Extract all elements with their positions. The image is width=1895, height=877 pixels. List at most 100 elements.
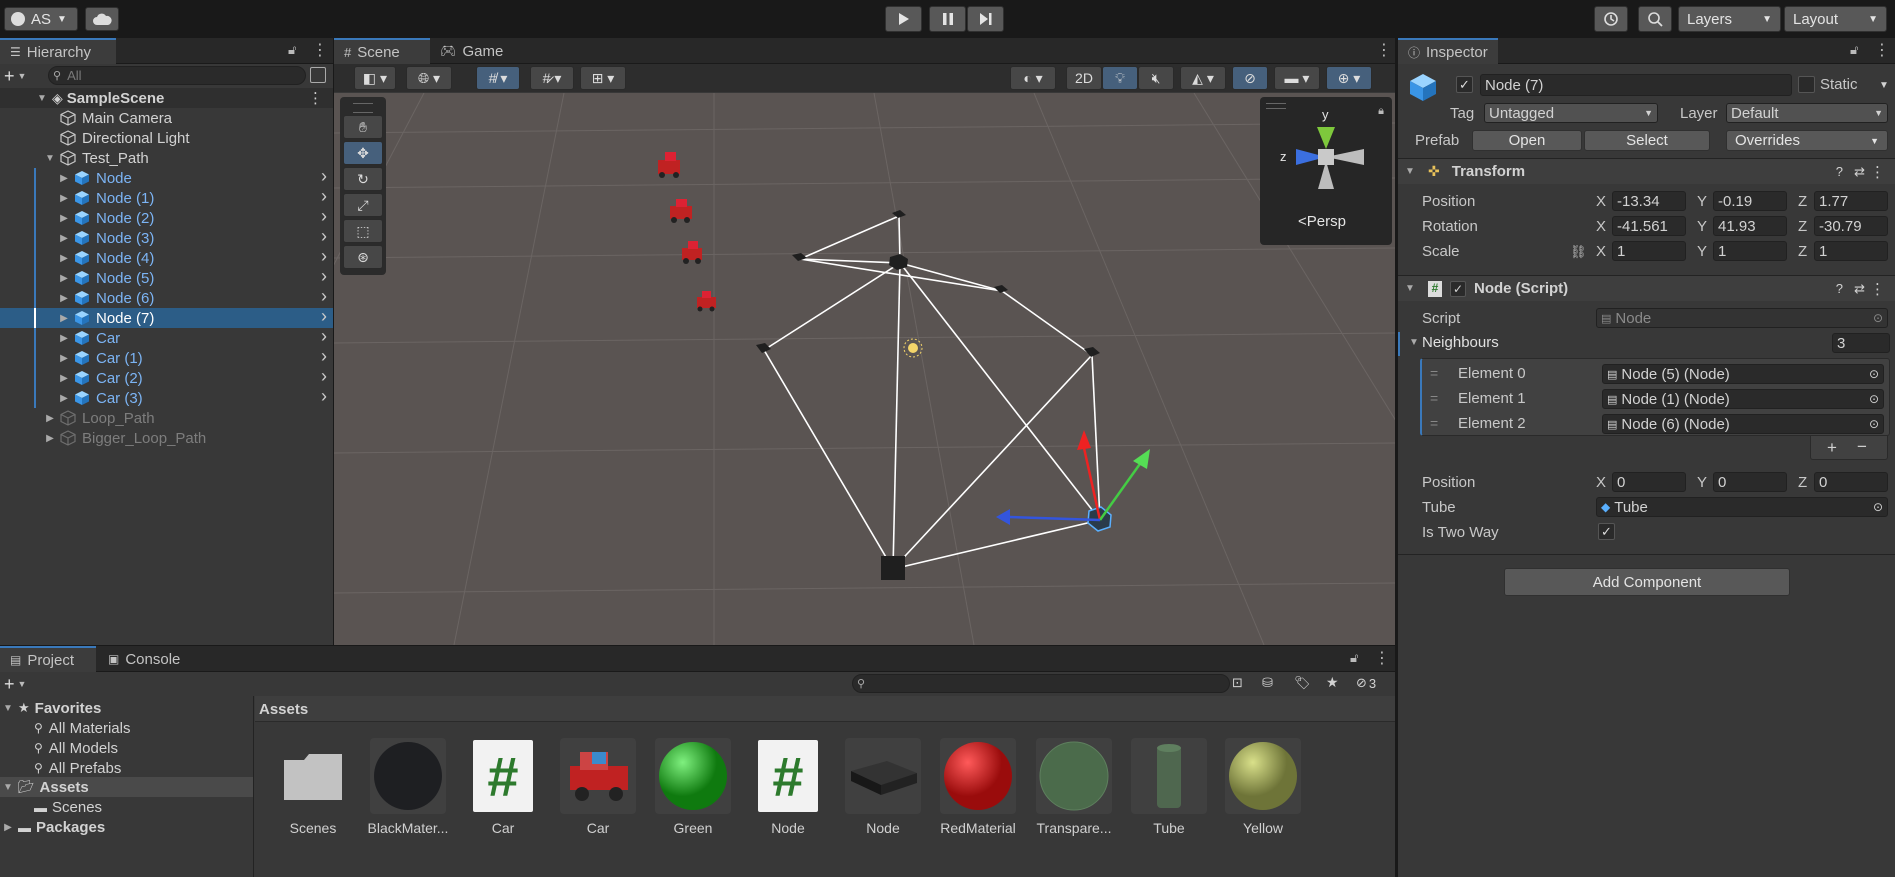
expand-arrow-icon[interactable]: ▶	[58, 313, 70, 324]
rotation-y-field[interactable]: 41.93	[1713, 216, 1787, 236]
chevron-right-icon[interactable]: ›	[321, 346, 327, 367]
account-dropdown[interactable]: AS ▼	[4, 7, 78, 31]
hierarchy-item[interactable]: Directional Light	[0, 128, 333, 148]
cloud-button[interactable]	[85, 7, 119, 31]
lighting-toggle[interactable]: 💡︎	[1102, 66, 1138, 90]
neighbours-size-field[interactable]: 3	[1832, 333, 1890, 353]
search-button[interactable]	[1638, 6, 1672, 32]
help-icon[interactable]: ?	[1836, 164, 1843, 179]
transform-tool-button[interactable]: ⊛	[343, 245, 383, 269]
asset-tile[interactable]: Scenes	[272, 738, 354, 836]
neighbours-foldout[interactable]: ▼ Neighbours 3	[1398, 332, 1895, 356]
expand-arrow-icon[interactable]: ▶	[58, 253, 70, 264]
hierarchy-item[interactable]: ▶ Car ›	[0, 326, 333, 348]
chevron-right-icon[interactable]: ›	[321, 206, 327, 227]
chevron-down-icon[interactable]: ▼	[18, 679, 27, 689]
hierarchy-item[interactable]: ▶ Bigger_Loop_Path	[0, 428, 333, 448]
overrides-dropdown[interactable]: Overrides ▼	[1726, 130, 1888, 151]
prefab-open-button[interactable]: Open	[1472, 130, 1582, 151]
expand-arrow-icon[interactable]: ▶	[58, 393, 70, 404]
favorites-item[interactable]: ⚲ All Models	[0, 738, 253, 758]
move-tool-button[interactable]: ✥	[343, 141, 383, 165]
favorites-item[interactable]: ⚲ All Materials	[0, 718, 253, 738]
2d-toggle[interactable]: 2D	[1066, 66, 1102, 90]
rotate-tool-button[interactable]: ↻	[343, 167, 383, 191]
axis-x-label[interactable]: X	[1596, 243, 1606, 260]
constrain-proportions-icon[interactable]: ⛓	[1570, 244, 1587, 260]
axis-z-label[interactable]: Z	[1798, 218, 1807, 235]
active-checkbox[interactable]: ✓	[1456, 76, 1473, 93]
audio-toggle[interactable]: 🔇︎	[1138, 66, 1174, 90]
ruler-dropdown[interactable]: ⊞ ▾	[580, 66, 626, 90]
asset-tile[interactable]: Green	[652, 738, 734, 836]
filter-icon[interactable]	[310, 67, 326, 83]
axis-x-label[interactable]: X	[1596, 193, 1606, 210]
pause-button[interactable]	[929, 6, 966, 32]
two-way-checkbox[interactable]: ✓	[1598, 523, 1615, 540]
play-button[interactable]	[885, 6, 922, 32]
assets-header[interactable]: Assets	[259, 701, 308, 718]
hierarchy-item[interactable]: ▶ Node (3) ›	[0, 226, 333, 248]
expand-arrow-icon[interactable]: ▼	[1404, 283, 1416, 294]
layers-dropdown[interactable]: Layers ▼	[1678, 6, 1781, 32]
expand-arrow-icon[interactable]: ▼	[2, 782, 14, 793]
effects-dropdown[interactable]: ◭ ▾	[1180, 66, 1226, 90]
increment-snap-dropdown[interactable]: #̷ ▾	[530, 66, 574, 90]
hierarchy-item[interactable]: ▶ Car (3) ›	[0, 386, 333, 408]
drag-handle-icon[interactable]: =	[1430, 390, 1438, 406]
expand-arrow-icon[interactable]: ▶	[44, 413, 56, 424]
expand-arrow-icon[interactable]: ▶	[58, 193, 70, 204]
kebab-menu-icon[interactable]: ⋮	[1870, 280, 1885, 298]
prefab-select-button[interactable]: Select	[1584, 130, 1710, 151]
draw-mode-dropdown[interactable]: ◧ ▾	[354, 66, 396, 90]
kebab-menu-icon[interactable]: ⋮	[1870, 163, 1885, 181]
help-icon[interactable]: ?	[1836, 281, 1843, 296]
expand-arrow-icon[interactable]: ▼	[44, 153, 56, 164]
tab-game[interactable]: 🎮︎ Game	[430, 38, 510, 64]
tab-scene[interactable]: # Scene	[334, 38, 430, 64]
hierarchy-item[interactable]: Main Camera	[0, 108, 333, 128]
hierarchy-search-input[interactable]: ⚲ All	[48, 66, 306, 85]
hierarchy-item[interactable]: ▼ Test_Path	[0, 148, 333, 168]
expand-arrow-icon[interactable]: ▼	[1404, 166, 1416, 177]
hierarchy-item[interactable]: ▶ Node (6) ›	[0, 286, 333, 308]
axis-y-label[interactable]: Y	[1697, 193, 1707, 210]
kebab-menu-icon[interactable]: ⋮	[1376, 40, 1392, 60]
preset-icon[interactable]: ⇄	[1854, 164, 1865, 180]
add-element-button[interactable]: +	[1827, 438, 1837, 458]
hierarchy-item[interactable]: ▶ Car (1) ›	[0, 346, 333, 368]
kebab-menu-icon[interactable]: ⋮	[308, 89, 323, 107]
drag-handle[interactable]	[353, 103, 373, 113]
axis-y-label[interactable]: Y	[1697, 243, 1707, 260]
favorites-item[interactable]: ⚲ All Prefabs	[0, 758, 253, 778]
target-icon[interactable]: ⊙	[1869, 417, 1879, 431]
rect-tool-button[interactable]: ⬚	[343, 219, 383, 243]
expand-arrow-icon[interactable]: ▶	[58, 233, 70, 244]
add-icon[interactable]: +	[4, 674, 15, 695]
enabled-checkbox[interactable]: ✓	[1450, 280, 1466, 297]
hierarchy-item[interactable]: ▶ Node (1) ›	[0, 186, 333, 208]
rotation-x-field[interactable]: -41.561	[1612, 216, 1686, 236]
layout-dropdown[interactable]: Layout ▼	[1784, 6, 1887, 32]
expand-arrow-icon[interactable]: ▶	[2, 822, 14, 833]
expand-arrow-icon[interactable]: ▼	[2, 703, 14, 714]
filter-label-icon[interactable]: 🏷︎	[1294, 675, 1311, 691]
chevron-right-icon[interactable]: ›	[321, 246, 327, 267]
element-object-field[interactable]: ▤ Node (6) (Node) ⊙	[1602, 414, 1884, 434]
layer-dropdown[interactable]: Default ▼	[1726, 103, 1888, 123]
chevron-down-icon[interactable]: ▼	[18, 71, 27, 81]
axis-z-label[interactable]: Z	[1798, 243, 1807, 260]
tube-field[interactable]: ◆ Tube ⊙	[1596, 497, 1888, 517]
scale-x-field[interactable]: 1	[1612, 241, 1686, 261]
asset-tile[interactable]: # Node	[747, 738, 829, 836]
add-component-button[interactable]: Add Component	[1504, 568, 1790, 596]
scene-viewport[interactable]: ✋︎ ✥ ↻ ⤢ ⬚ ⊛ 🔒︎ y z <Persp	[334, 93, 1395, 645]
hierarchy-item[interactable]: ▶ Car (2) ›	[0, 366, 333, 388]
lock-icon[interactable]: 🔓︎	[288, 42, 296, 58]
filter-type-icon[interactable]: ⛁	[1262, 675, 1273, 691]
axis-y-label[interactable]: Y	[1697, 218, 1707, 235]
axis-y-label[interactable]: Y	[1697, 474, 1707, 491]
kebab-menu-icon[interactable]: ⋮	[1374, 648, 1390, 668]
hierarchy-item[interactable]: ▶ Node (2) ›	[0, 206, 333, 228]
expand-arrow-icon[interactable]: ▶	[58, 353, 70, 364]
